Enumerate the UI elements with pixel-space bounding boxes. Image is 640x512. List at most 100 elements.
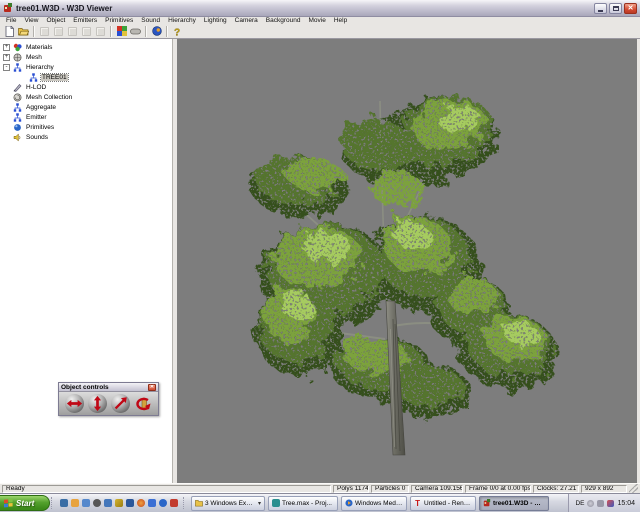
menu-object[interactable]: Object <box>42 17 69 24</box>
menu-help[interactable]: Help <box>330 17 351 24</box>
menu-bar: File View Object Emitters Primitives Sou… <box>0 17 640 24</box>
toolbar-separator <box>33 26 35 37</box>
tray-icon-3[interactable] <box>607 500 614 507</box>
tray-icon-1[interactable] <box>587 500 594 507</box>
menu-lighting[interactable]: Lighting <box>200 17 231 24</box>
media-player-icon <box>345 499 353 507</box>
quick-launch-icon-6[interactable] <box>115 499 123 507</box>
translate-y-button[interactable] <box>88 394 107 413</box>
anim-control-4-button[interactable] <box>80 25 93 37</box>
toolbar-separator <box>110 26 112 37</box>
w3d-app-icon <box>3 3 13 13</box>
quick-launch-grip[interactable] <box>51 497 55 509</box>
anim-control-2-button[interactable] <box>52 25 65 37</box>
window-title: tree01.W3D - W3D Viewer <box>16 4 594 13</box>
tree-item-emitter[interactable]: Emitter <box>0 112 172 122</box>
rotate-button[interactable] <box>134 394 153 413</box>
rotate-arrow-icon <box>134 394 153 413</box>
resize-grip[interactable] <box>629 484 638 493</box>
anim-control-2-icon <box>54 27 63 36</box>
object-controls-title: Object controls <box>61 383 148 392</box>
menu-emitters[interactable]: Emitters <box>69 17 101 24</box>
menu-hierarchy[interactable]: Hierarchy <box>164 17 200 24</box>
object-controls-title-bar[interactable]: Object controls ✕ <box>59 383 158 392</box>
scene-tree-panel: + Materials + Mesh - Hi <box>0 39 173 483</box>
vertical-arrows-icon <box>89 395 106 412</box>
close-button[interactable]: ✕ <box>624 3 637 14</box>
selected-node-label: TREE01 <box>41 74 68 81</box>
menu-file[interactable]: File <box>2 17 20 24</box>
anim-control-5-button[interactable] <box>94 25 107 37</box>
tree-item-aggregate[interactable]: Aggregate <box>0 102 172 112</box>
svg-text:?: ? <box>174 27 180 37</box>
open-file-button[interactable] <box>17 25 30 37</box>
quick-launch-icon-5[interactable] <box>104 499 112 507</box>
folder-icon <box>195 499 203 507</box>
quick-launch-icon-8[interactable] <box>137 499 145 507</box>
maximize-button[interactable] <box>609 3 622 14</box>
anim-control-4-icon <box>82 27 91 36</box>
screenshot-button[interactable] <box>129 25 142 37</box>
task-tree-max[interactable]: Tree.max - Proj... <box>268 496 338 511</box>
task-windows-explorer-group[interactable]: 3 Windows Explo... ▾ <box>191 496 265 511</box>
material-editor-button[interactable] <box>115 25 128 37</box>
minimize-button[interactable] <box>594 3 607 14</box>
aggregate-icon <box>13 103 22 112</box>
tree-model-render <box>177 39 637 483</box>
quick-launch-icon-7[interactable] <box>126 499 134 507</box>
menu-camera[interactable]: Camera <box>231 17 262 24</box>
tree-item-hlod[interactable]: H-LOD <box>0 82 172 92</box>
menu-view[interactable]: View <box>20 17 42 24</box>
primitives-icon <box>13 123 22 132</box>
toolbar-separator <box>145 26 147 37</box>
tray-icon-2[interactable] <box>597 500 604 507</box>
background-button[interactable] <box>150 25 163 37</box>
anim-control-3-button[interactable] <box>66 25 79 37</box>
quick-launch-icon-11[interactable] <box>170 499 178 507</box>
screenshot-icon <box>130 28 141 35</box>
menu-movie[interactable]: Movie <box>305 17 330 24</box>
tree-item-sounds[interactable]: Sounds <box>0 132 172 142</box>
status-resolution: 929 x 892 <box>581 485 627 493</box>
expander-hierarchy[interactable]: - <box>3 64 10 71</box>
tree-item-primitives[interactable]: Primitives <box>0 122 172 132</box>
tree-item-materials[interactable]: + Materials <box>0 42 172 52</box>
quick-launch-icon-2[interactable] <box>71 499 79 507</box>
task-renx[interactable]: T Untitled - RenX - ... <box>410 496 476 511</box>
tree-item-mesh[interactable]: + Mesh <box>0 52 172 62</box>
menu-primitives[interactable]: Primitives <box>101 17 137 24</box>
expander-materials[interactable]: + <box>3 44 10 51</box>
windows-flag-icon <box>4 499 13 508</box>
status-polys: Polys 1174 <box>333 485 369 493</box>
tree-item-hierarchy[interactable]: - Hierarchy <box>0 62 172 72</box>
expander-mesh[interactable]: + <box>3 54 10 61</box>
materials-icon <box>13 43 22 52</box>
hlod-icon <box>13 83 22 92</box>
quick-launch-icon-3[interactable] <box>82 499 90 507</box>
quick-launch-icon-1[interactable] <box>60 499 68 507</box>
tree-item-tree01[interactable]: TREE01 <box>0 72 172 82</box>
main-area: + Materials + Mesh - Hi <box>0 38 640 483</box>
menu-background[interactable]: Background <box>262 17 305 24</box>
task-w3d-viewer[interactable]: tree01.W3D - W3... <box>479 496 549 511</box>
help-button[interactable]: ? <box>171 25 184 37</box>
translate-diagonal-button[interactable] <box>111 394 130 413</box>
translate-x-button[interactable] <box>65 394 84 413</box>
tree-item-mesh-collection[interactable]: Mesh Collection <box>0 92 172 102</box>
menu-sound[interactable]: Sound <box>137 17 164 24</box>
viewport-3d[interactable] <box>177 39 637 483</box>
mesh-collection-icon <box>13 93 22 102</box>
new-file-button[interactable] <box>3 25 16 37</box>
language-indicator[interactable]: DE <box>575 500 584 507</box>
anim-control-1-button[interactable] <box>38 25 51 37</box>
anim-control-3-icon <box>68 27 77 36</box>
quick-launch-icon-9[interactable] <box>148 499 156 507</box>
task-windows-media-player[interactable]: Windows Media Pla... <box>341 496 407 511</box>
quick-launch-icon-10[interactable] <box>159 499 167 507</box>
quick-launch-icon-4[interactable] <box>93 499 101 507</box>
start-button[interactable]: Start <box>0 495 50 511</box>
object-controls-close-button[interactable]: ✕ <box>148 384 156 391</box>
taskbar-grip[interactable] <box>183 497 187 509</box>
status-camera: Camera 109.156 <box>411 485 463 493</box>
object-controls-window: Object controls ✕ <box>58 382 159 416</box>
